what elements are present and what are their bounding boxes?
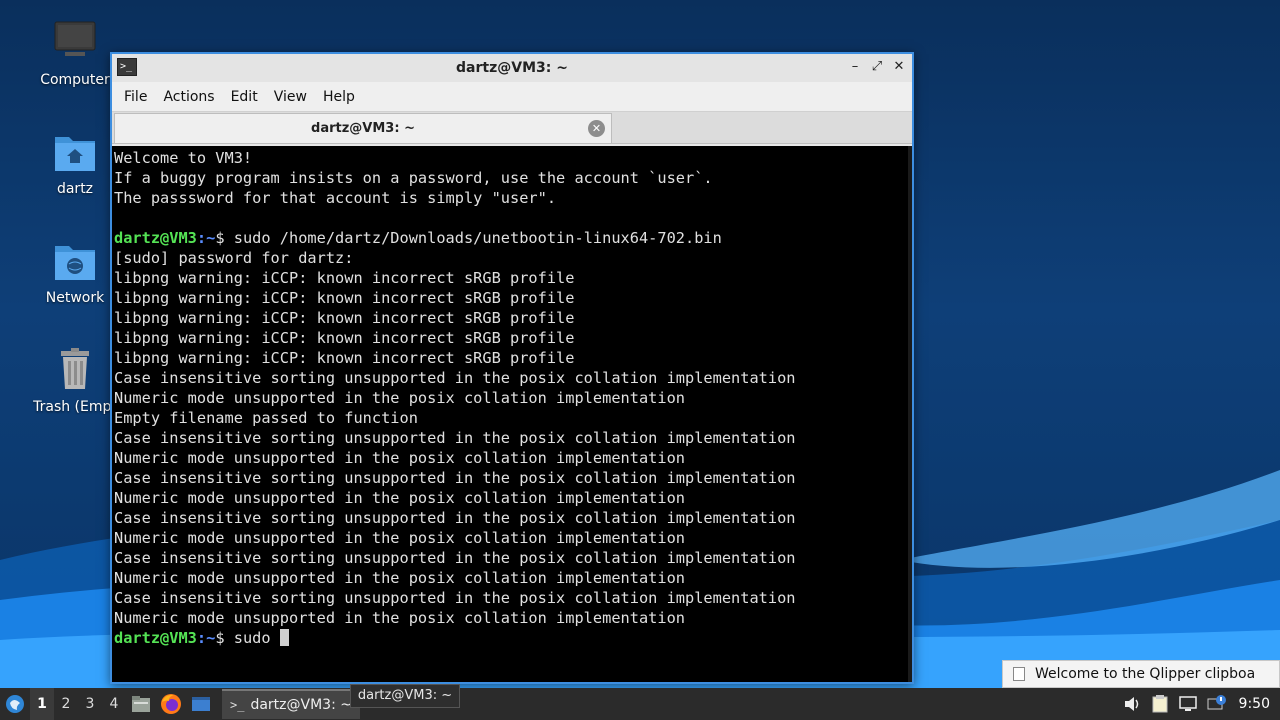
terminal-task-icon: >_ (230, 698, 245, 712)
quicklaunch-firefox[interactable] (156, 688, 186, 720)
home-folder-icon (51, 127, 99, 175)
terminal-line: dartz@VM3:~$ sudo /home/dartz/Downloads/… (114, 228, 910, 248)
notification-icon (1013, 667, 1025, 681)
quicklaunch-desktop[interactable] (186, 688, 216, 720)
terminal-line: If a buggy program insists on a password… (114, 169, 713, 187)
menu-actions[interactable]: Actions (155, 89, 222, 105)
clipboard-icon[interactable] (1149, 693, 1171, 715)
close-button[interactable]: ✕ (890, 58, 908, 76)
quicklaunch-file-manager[interactable] (126, 688, 156, 720)
network-folder-icon (51, 236, 99, 284)
network-status-icon[interactable] (1205, 693, 1227, 715)
terminal-window[interactable]: >_ dartz@VM3: ~ – ⤢ ✕ File Actions Edit … (110, 52, 914, 684)
command-text: $ sudo (215, 629, 280, 647)
terminal-line: Numeric mode unsupported in the posix co… (114, 389, 685, 407)
terminal-line: Case insensitive sorting unsupported in … (114, 469, 796, 487)
command-text: $ sudo /home/dartz/Downloads/unetbootin-… (215, 229, 722, 247)
maximize-button[interactable]: ⤢ (868, 58, 886, 76)
terminal-output[interactable]: Welcome to VM3! If a buggy program insist… (112, 146, 912, 682)
terminal-line: libpng warning: iCCP: known incorrect sR… (114, 309, 575, 327)
file-manager-icon (132, 696, 150, 712)
menu-bar: File Actions Edit View Help (112, 82, 912, 112)
terminal-line: libpng warning: iCCP: known incorrect sR… (114, 349, 575, 367)
minimize-button[interactable]: – (846, 58, 864, 76)
terminal-line: dartz@VM3:~$ sudo (114, 628, 910, 648)
workspace-2[interactable]: 2 (54, 688, 78, 720)
tab-bar: dartz@VM3: ~ ✕ (112, 112, 912, 144)
menu-help[interactable]: Help (315, 89, 363, 105)
trash-icon (51, 345, 99, 393)
workspace-1[interactable]: 1 (30, 688, 54, 720)
terminal-line: libpng warning: iCCP: known incorrect sR… (114, 329, 575, 347)
firefox-icon (161, 694, 181, 714)
terminal-line: Case insensitive sorting unsupported in … (114, 369, 796, 387)
terminal-line: Numeric mode unsupported in the posix co… (114, 609, 685, 627)
prompt-user: dartz@VM3 (114, 229, 197, 247)
computer-icon (51, 18, 99, 66)
terminal-cursor (279, 629, 289, 646)
terminal-line: Numeric mode unsupported in the posix co… (114, 449, 685, 467)
notification-text: Welcome to the Qlipper clipboa (1035, 666, 1256, 682)
task-label: dartz@VM3: ~ (250, 697, 352, 713)
tab-close-icon[interactable]: ✕ (588, 120, 605, 137)
terminal-line: libpng warning: iCCP: known incorrect sR… (114, 269, 575, 287)
terminal-line: Case insensitive sorting unsupported in … (114, 589, 796, 607)
terminal-line: Numeric mode unsupported in the posix co… (114, 569, 685, 587)
terminal-line: Numeric mode unsupported in the posix co… (114, 489, 685, 507)
taskbar-terminal-task[interactable]: >_ dartz@VM3: ~ (222, 689, 360, 719)
display-icon[interactable] (1177, 693, 1199, 715)
terminal-line: Case insensitive sorting unsupported in … (114, 549, 796, 567)
terminal-scrollbar[interactable] (908, 146, 912, 682)
menu-file[interactable]: File (116, 89, 155, 105)
show-desktop-icon (192, 697, 210, 711)
task-tooltip: dartz@VM3: ~ (350, 684, 460, 708)
terminal-app-icon[interactable]: >_ (117, 58, 137, 76)
taskbar: 1 2 3 4 >_ dartz@VM3: ~ 9:50 (0, 688, 1280, 720)
terminal-line: Case insensitive sorting unsupported in … (114, 509, 796, 527)
terminal-line: Numeric mode unsupported in the posix co… (114, 529, 685, 547)
terminal-line: [sudo] password for dartz: (114, 249, 354, 267)
menu-edit[interactable]: Edit (223, 89, 266, 105)
prompt-user: dartz@VM3 (114, 629, 197, 647)
terminal-line: The passsword for that account is simply… (114, 189, 557, 207)
terminal-line: Empty filename passed to function (114, 409, 418, 427)
menu-view[interactable]: View (266, 89, 315, 105)
window-titlebar[interactable]: >_ dartz@VM3: ~ – ⤢ ✕ (112, 54, 912, 82)
window-title: dartz@VM3: ~ (456, 60, 568, 76)
terminal-tab[interactable]: dartz@VM3: ~ ✕ (114, 113, 612, 143)
system-tray: 9:50 (1121, 688, 1280, 720)
prompt-path: :~ (196, 229, 216, 247)
terminal-line: Welcome to VM3! (114, 149, 253, 167)
terminal-line: libpng warning: iCCP: known incorrect sR… (114, 289, 575, 307)
workspace-4[interactable]: 4 (102, 688, 126, 720)
terminal-line: Case insensitive sorting unsupported in … (114, 429, 796, 447)
tab-label: dartz@VM3: ~ (311, 121, 415, 136)
workspace-3[interactable]: 3 (78, 688, 102, 720)
volume-icon[interactable] (1121, 693, 1143, 715)
start-menu-button[interactable] (0, 688, 30, 720)
prompt-path: :~ (196, 629, 216, 647)
lxqt-logo-icon (6, 695, 24, 713)
qlipper-notification[interactable]: Welcome to the Qlipper clipboa (1002, 660, 1280, 688)
clock[interactable]: 9:50 (1239, 696, 1270, 712)
